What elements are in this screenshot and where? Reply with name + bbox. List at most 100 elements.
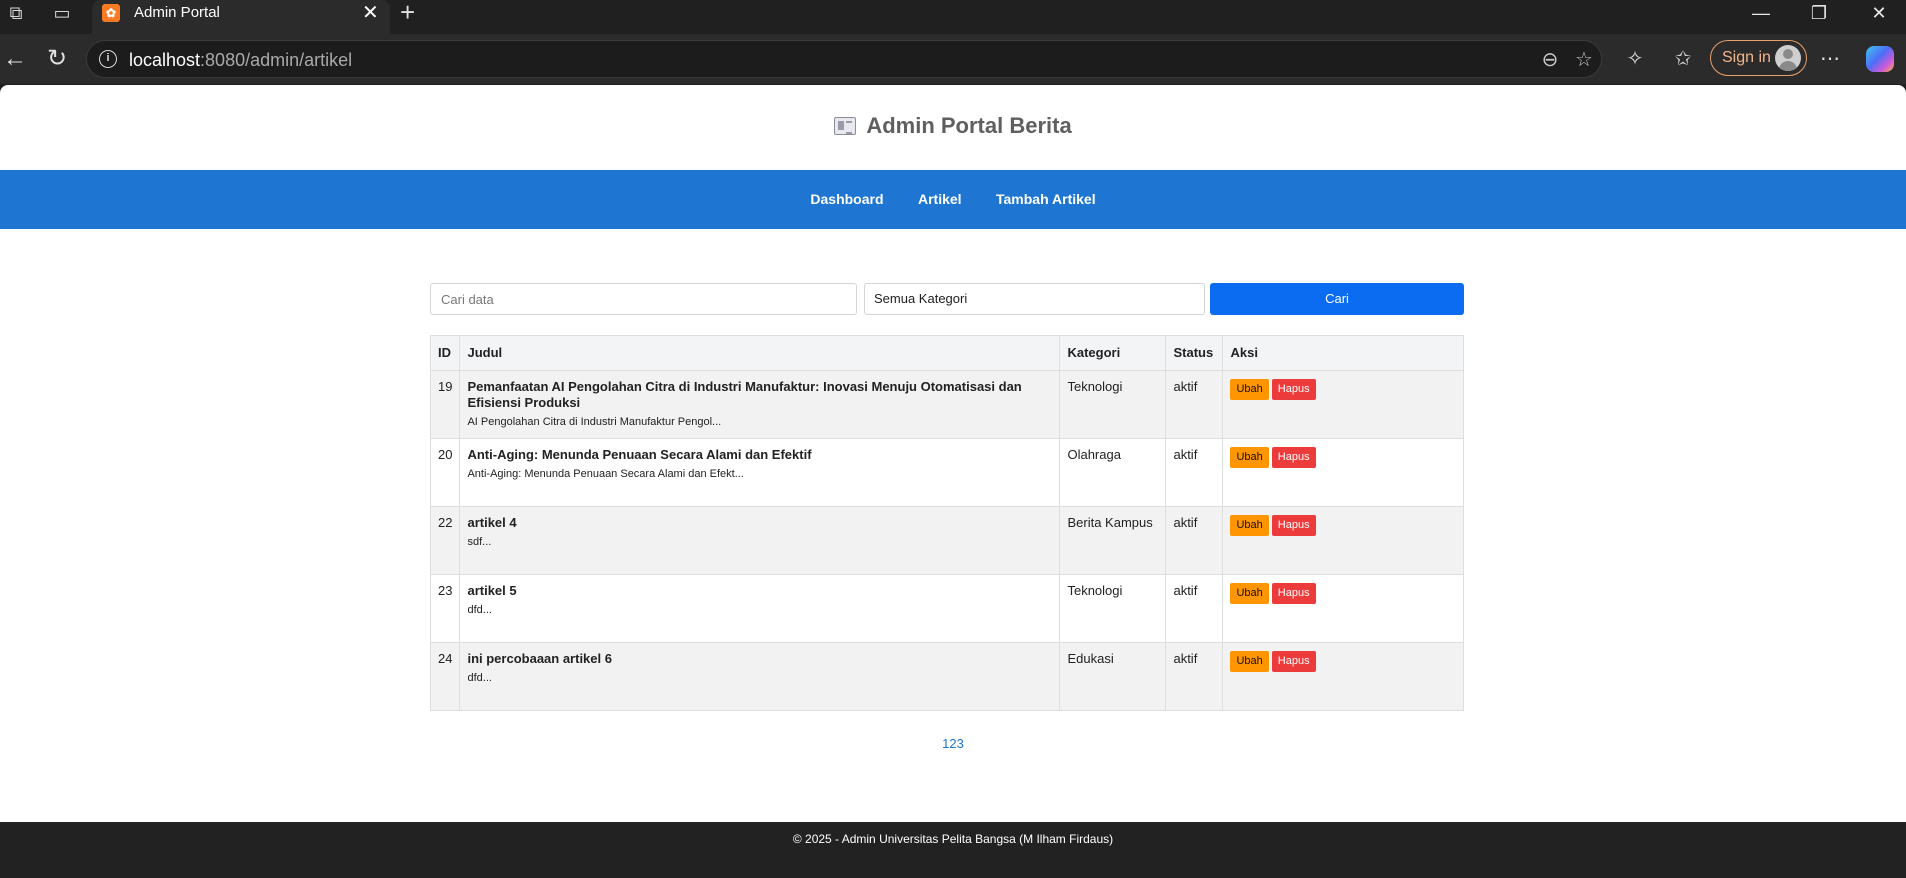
cell-status: aktif xyxy=(1165,574,1224,643)
cell-judul: artikel 4 sdf... xyxy=(459,506,1061,575)
article-excerpt: sdf... xyxy=(467,536,492,548)
cell-kategori: Berita Kampus xyxy=(1059,506,1167,575)
search-input[interactable] xyxy=(430,283,857,315)
edit-button[interactable]: Ubah xyxy=(1230,583,1269,604)
article-excerpt: AI Pengolahan Citra di Industri Manufakt… xyxy=(467,416,722,428)
cell-aksi: Ubah Hapus xyxy=(1222,642,1464,711)
cell-judul: artikel 5 dfd... xyxy=(459,574,1061,643)
site-footer: © 2025 - Admin Universitas Pelita Bangsa… xyxy=(0,822,1906,878)
articles-table: ID Judul Kategori Status Aksi 19 Pemanfa… xyxy=(429,335,1464,711)
article-title: ini percobaaan artikel 6 xyxy=(467,651,612,666)
copilot-icon[interactable] xyxy=(1866,46,1894,72)
edit-button[interactable]: Ubah xyxy=(1230,447,1269,468)
address-bar[interactable]: i localhost:8080/admin/artikel ⊖ ☆ xyxy=(86,40,1602,78)
header-aksi: Aksi xyxy=(1222,335,1464,371)
edit-button[interactable]: Ubah xyxy=(1230,651,1269,672)
cell-status: aktif xyxy=(1165,642,1224,711)
table-row: 24 ini percobaaan artikel 6 dfd... Eduka… xyxy=(429,642,1464,711)
cell-kategori: Edukasi xyxy=(1059,642,1167,711)
extensions-icon[interactable]: ✧ xyxy=(1620,44,1650,74)
cell-aksi: Ubah Hapus xyxy=(1222,438,1464,507)
xampp-favicon-icon: ✿ xyxy=(102,4,120,22)
tab-title: Admin Portal xyxy=(134,4,220,21)
workspaces-icon[interactable]: ⧉ xyxy=(0,0,32,26)
favorites-icon[interactable]: ✩ xyxy=(1668,44,1698,74)
footer-text: © 2025 - Admin Universitas Pelita Bangsa… xyxy=(792,832,1114,846)
cell-status: aktif xyxy=(1165,506,1224,575)
edit-button[interactable]: Ubah xyxy=(1230,515,1269,536)
zoom-out-icon[interactable]: ⊖ xyxy=(1537,47,1563,73)
delete-button[interactable]: Hapus xyxy=(1271,515,1316,536)
window-close-icon[interactable]: ✕ xyxy=(1852,0,1906,26)
delete-button[interactable]: Hapus xyxy=(1271,447,1316,468)
more-options-icon[interactable]: ⋯ xyxy=(1815,44,1845,74)
cell-kategori: Teknologi xyxy=(1059,574,1167,643)
refresh-icon[interactable]: ↻ xyxy=(42,44,72,74)
cell-id: 19 xyxy=(429,370,461,439)
header-kategori: Kategori xyxy=(1059,335,1167,371)
browser-tab-bar: ⧉ ▭ ✿ Admin Portal ✕ + — ❐ ✕ xyxy=(0,0,1906,34)
cell-id: 22 xyxy=(429,506,461,575)
header-judul: Judul xyxy=(459,335,1061,371)
cell-kategori: Olahraga xyxy=(1059,438,1167,507)
browser-toolbar: ← ↻ i localhost:8080/admin/artikel ⊖ ☆ ✧… xyxy=(0,34,1906,84)
article-excerpt: dfd... xyxy=(467,672,492,684)
edit-button[interactable]: Ubah xyxy=(1230,379,1269,400)
cell-judul: Anti-Aging: Menunda Penuaan Secara Alami… xyxy=(459,438,1061,507)
close-tab-icon[interactable]: ✕ xyxy=(362,1,379,25)
sign-in-button[interactable]: Sign in xyxy=(1710,40,1807,76)
page-link-3[interactable]: 3 xyxy=(957,736,964,751)
newspaper-icon xyxy=(834,117,857,135)
search-button[interactable]: Cari xyxy=(1210,283,1464,315)
address-url[interactable]: localhost:8080/admin/artikel xyxy=(129,50,352,70)
site-title-row: Admin Portal Berita xyxy=(0,113,1906,139)
cell-kategori: Teknologi xyxy=(1059,370,1167,439)
site-info-icon[interactable]: i xyxy=(99,50,117,68)
pagination: 123 xyxy=(0,736,1906,751)
cell-status: aktif xyxy=(1165,438,1224,507)
search-form: Semua Kategori Cari xyxy=(430,283,1464,315)
cell-id: 24 xyxy=(429,642,461,711)
minimize-icon[interactable]: — xyxy=(1734,0,1788,26)
header-status: Status xyxy=(1165,335,1224,371)
article-title: artikel 4 xyxy=(467,515,517,530)
cell-id: 20 xyxy=(429,438,461,507)
cell-status: aktif xyxy=(1165,370,1224,439)
browser-tab-active[interactable]: ✿ Admin Portal ✕ xyxy=(92,0,390,34)
favorite-star-icon[interactable]: ☆ xyxy=(1571,47,1597,73)
cell-judul: Pemanfaatan AI Pengolahan Citra di Indus… xyxy=(459,370,1061,439)
nav-link-dashboard[interactable]: Dashboard xyxy=(810,170,883,229)
back-icon[interactable]: ← xyxy=(0,44,30,74)
tab-actions-icon[interactable]: ▭ xyxy=(46,0,78,26)
main-nav: Dashboard Artikel Tambah Artikel xyxy=(0,170,1906,229)
restore-icon[interactable]: ❐ xyxy=(1792,0,1846,26)
sign-in-label: Sign in xyxy=(1722,49,1771,66)
table-row: 22 artikel 4 sdf... Berita Kampus aktif … xyxy=(429,506,1464,575)
delete-button[interactable]: Hapus xyxy=(1271,379,1316,400)
nav-link-tambah-artikel[interactable]: Tambah Artikel xyxy=(996,170,1096,229)
cell-aksi: Ubah Hapus xyxy=(1222,370,1464,439)
cell-judul: ini percobaaan artikel 6 dfd... xyxy=(459,642,1061,711)
article-title: Anti-Aging: Menunda Penuaan Secara Alami… xyxy=(467,447,812,462)
profile-avatar-icon xyxy=(1775,45,1801,71)
category-select[interactable]: Semua Kategori xyxy=(864,283,1205,315)
url-host: localhost xyxy=(129,50,201,70)
table-row: 23 artikel 5 dfd... Teknologi aktif Ubah… xyxy=(429,574,1464,643)
table-row: 20 Anti-Aging: Menunda Penuaan Secara Al… xyxy=(429,438,1464,507)
new-tab-icon[interactable]: + xyxy=(400,0,415,25)
article-excerpt: Anti-Aging: Menunda Penuaan Secara Alami… xyxy=(467,468,744,480)
table-row: 19 Pemanfaatan AI Pengolahan Citra di In… xyxy=(429,370,1464,439)
url-path: :8080/admin/artikel xyxy=(200,50,353,70)
table-header-row: ID Judul Kategori Status Aksi xyxy=(429,335,1464,371)
article-title: Pemanfaatan AI Pengolahan Citra di Indus… xyxy=(467,379,1022,410)
article-excerpt: dfd... xyxy=(467,604,492,616)
cell-aksi: Ubah Hapus xyxy=(1222,506,1464,575)
article-title: artikel 5 xyxy=(467,583,517,598)
web-page: Admin Portal Berita Dashboard Artikel Ta… xyxy=(0,85,1906,878)
site-title: Admin Portal Berita xyxy=(866,113,1072,138)
nav-link-artikel[interactable]: Artikel xyxy=(918,170,962,229)
cell-aksi: Ubah Hapus xyxy=(1222,574,1464,643)
delete-button[interactable]: Hapus xyxy=(1271,583,1316,604)
delete-button[interactable]: Hapus xyxy=(1271,651,1316,672)
page-link-2[interactable]: 2 xyxy=(949,736,956,751)
